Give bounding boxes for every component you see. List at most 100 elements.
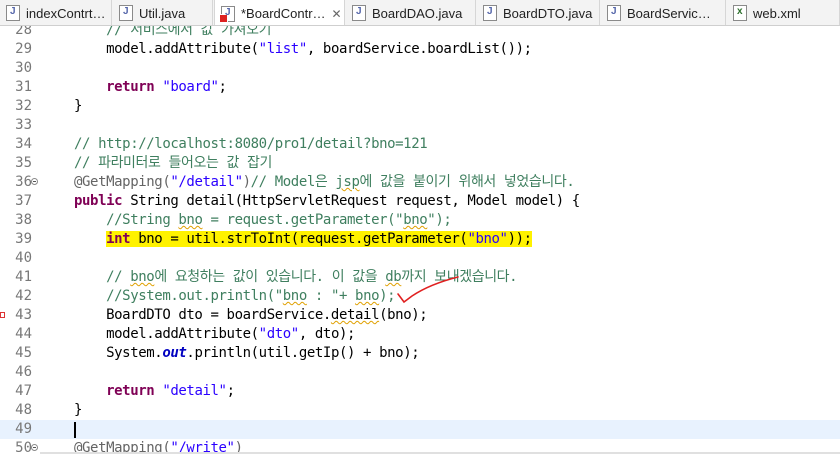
fold-toggle-icon[interactable] <box>31 178 38 185</box>
code-line[interactable]: 48} <box>0 401 840 420</box>
java-file-error-icon <box>219 5 235 23</box>
code-token: // http://localhost:8080/pro1/detail?bno… <box>74 136 428 152</box>
java-file-icon <box>607 5 621 21</box>
code-token: .println(util.getIp() + bno); <box>186 345 420 361</box>
xml-file-icon <box>733 5 747 21</box>
line-number: 32 <box>15 98 32 114</box>
code-line[interactable]: 31 return "board"; <box>0 78 840 97</box>
line-number: 44 <box>15 326 32 342</box>
tab-label: indexContrt… <box>26 5 106 21</box>
code-token: : "+ <box>306 288 356 304</box>
code-token: , boardService.boardList()); <box>306 41 532 57</box>
code-line[interactable]: 35 // 파라미터로 들어오는 값 잡기 <box>0 154 840 173</box>
code-line[interactable]: 28 // 서비스에서 값 가져오기 <box>0 26 840 40</box>
code-editor[interactable]: 28 // 서비스에서 값 가져오기 29 model.addAttribute(… <box>0 26 840 454</box>
line-number: 46 <box>15 364 32 380</box>
code-token: )); <box>507 231 532 247</box>
line-number: 28 <box>15 26 32 38</box>
tab-6[interactable]: web.xml <box>727 0 840 25</box>
editor-tab-bar: indexContrt… Util.java *BoardContr… ✕ BoardD… <box>0 0 840 26</box>
tab-label: Util.java <box>139 5 186 21</box>
code-line[interactable]: 39 int bno = util.strToInt(request.getPa… <box>0 230 840 249</box>
code-token: //String <box>106 212 179 228</box>
code-token: String detail(HttpServletRequest <box>122 193 396 209</box>
code-token: model.addAttribute( <box>74 326 259 342</box>
code-token: "bno" <box>467 231 508 247</box>
line-number: 45 <box>15 345 32 361</box>
tab-1[interactable]: Util.java <box>113 0 213 25</box>
code-line[interactable]: 34 // http://localhost:8080/pro1/detail?b… <box>0 135 840 154</box>
tab-4[interactable]: BoardDTO.java <box>477 0 600 25</box>
code-line[interactable]: 44 model.addAttribute("dto", dto); <box>0 325 840 344</box>
code-token: "); <box>427 212 452 228</box>
code-text: @GetMapping("/detail")// Model은 jsp에 값을 … <box>74 173 575 192</box>
code-line[interactable]: 29 model.addAttribute("list", boardServi… <box>0 40 840 59</box>
line-number: 43 <box>15 307 32 323</box>
code-token: (bno); <box>379 307 428 323</box>
tab-0[interactable]: indexContrt… <box>0 0 112 25</box>
code-token: jsp <box>335 174 360 190</box>
code-token: 까지 보내겠습니다. <box>401 269 518 285</box>
code-line[interactable]: 32} <box>0 97 840 116</box>
code-token: out <box>162 345 187 361</box>
code-text: BoardDTO dto = boardService.detail(bno); <box>74 306 428 325</box>
code-token: 에 값을 붙이기 위해서 넣었습니다. <box>359 174 575 190</box>
code-line[interactable]: 45 System.out.println(util.getIp() + bno… <box>0 344 840 363</box>
code-token: bno <box>178 212 203 228</box>
tab-label: BoardDAO.java <box>372 5 463 21</box>
code-line[interactable]: 47 return "detail"; <box>0 382 840 401</box>
code-token: ) <box>242 174 251 190</box>
code-token: return <box>106 383 155 399</box>
line-number: 33 <box>15 117 32 133</box>
code-token: bno <box>355 288 380 304</box>
code-token: , Model model) { <box>451 193 580 209</box>
code-token: //System.out.println(" <box>106 288 283 304</box>
code-line[interactable]: 38 //String bno = request.getParameter("… <box>0 211 840 230</box>
fold-toggle-icon[interactable] <box>31 444 38 451</box>
code-token: BoardDTO dto = boardService. <box>74 307 331 323</box>
code-token: "list" <box>258 41 308 57</box>
code-text: } <box>74 401 82 420</box>
code-line[interactable]: 33 <box>0 116 840 135</box>
tab-2[interactable]: *BoardContr… ✕ <box>214 0 345 25</box>
code-token: public <box>74 193 123 209</box>
tab-label: web.xml <box>753 5 801 21</box>
code-text: //String bno = request.getParameter("bno… <box>74 211 452 230</box>
code-token: = request.getParameter(" <box>202 212 404 228</box>
code-line[interactable]: 36 @GetMapping("/detail")// Model은 jsp에 값… <box>0 173 840 192</box>
tab-3[interactable]: BoardDAO.java <box>346 0 476 25</box>
tab-5[interactable]: BoardServic… <box>601 0 726 25</box>
code-text: int bno = util.strToInt(request.getParam… <box>74 230 532 249</box>
code-token: "board" <box>162 79 219 95</box>
line-number: 49 <box>15 421 32 437</box>
close-tab-icon[interactable]: ✕ <box>332 7 342 21</box>
text-caret <box>74 422 76 438</box>
code-text: return "board"; <box>74 78 227 97</box>
code-token: System. <box>74 345 163 361</box>
code-line[interactable]: 40 <box>0 249 840 268</box>
line-number: 40 <box>15 250 32 266</box>
code-token: ; <box>226 383 235 399</box>
line-number: 41 <box>15 269 32 285</box>
code-token: // Model은 <box>250 174 336 190</box>
code-token: bno <box>130 269 155 285</box>
code-line[interactable]: 37 public String detail(HttpServletReques… <box>0 192 840 211</box>
code-line[interactable]: 30 <box>0 59 840 78</box>
tab-label: BoardDTO.java <box>503 5 593 21</box>
code-token: // <box>106 269 131 285</box>
code-token: bno <box>282 288 307 304</box>
code-line[interactable]: 43 BoardDTO dto = boardService.detail(bn… <box>0 306 840 325</box>
code-token: // 파라미터로 들어오는 값 잡기 <box>74 155 272 171</box>
code-line[interactable]: 49 <box>0 420 840 439</box>
error-marker-icon[interactable] <box>0 312 5 318</box>
code-line[interactable]: 41 // bno에 요청하는 값이 있습니다. 이 값을 db까지 보내겠습니… <box>0 268 840 287</box>
code-text: model.addAttribute("dto", dto); <box>74 325 355 344</box>
code-line[interactable]: 42 //System.out.println("bno : "+ bno); <box>0 287 840 306</box>
code-token: } <box>74 402 83 418</box>
code-line[interactable]: 46 <box>0 363 840 382</box>
java-file-icon <box>119 5 133 21</box>
code-token: request <box>395 193 452 209</box>
